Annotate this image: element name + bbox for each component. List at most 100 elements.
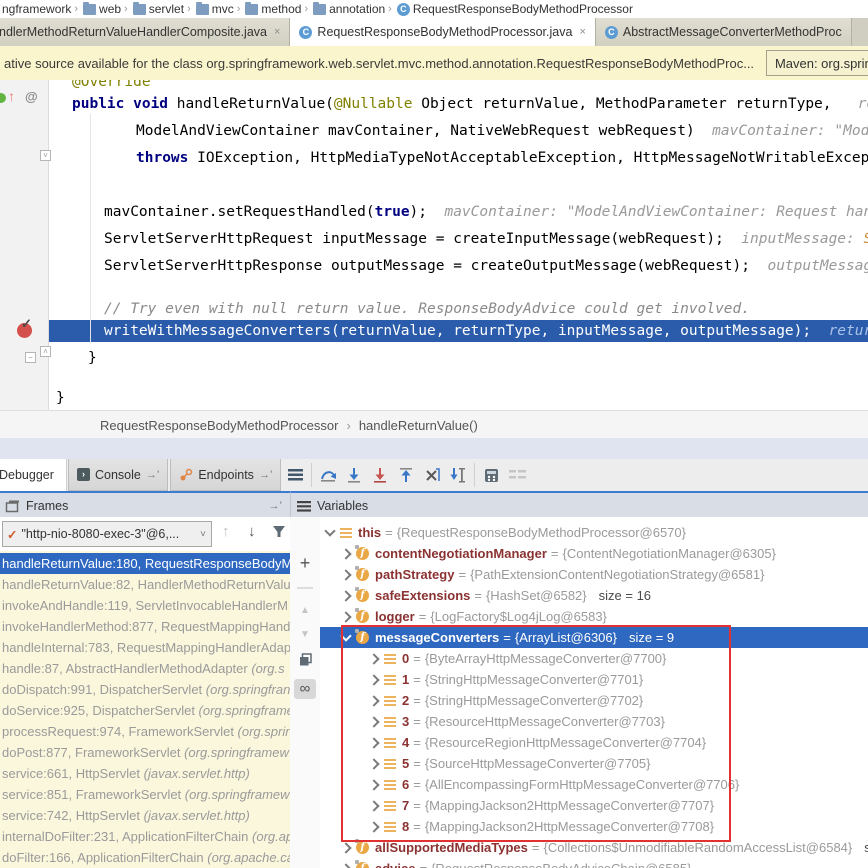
chevron-right-icon[interactable] <box>368 800 379 811</box>
frames-panel-header[interactable]: Frames →’ <box>0 491 290 520</box>
close-icon[interactable]: × <box>579 26 585 38</box>
variable-row-4[interactable]: 4={ResourceRegionHttpMessageConverter@77… <box>320 732 868 753</box>
variable-row-messageConverters[interactable]: fmessageConverters={ArrayList@6306}size … <box>320 627 868 648</box>
stack-frame-row[interactable]: invokeAndHandle:119, ServletInvocableHan… <box>0 595 290 616</box>
chevron-right-icon[interactable] <box>368 821 379 832</box>
maven-library-select[interactable]: Maven: org.spring <box>766 50 868 76</box>
chevron-right-icon[interactable] <box>368 716 379 727</box>
variable-row-pathStrategy[interactable]: fpathStrategy={PathExtensionContentNegot… <box>320 564 868 585</box>
variable-row-safeExtensions[interactable]: fsafeExtensions={HashSet@6582}size = 16 <box>320 585 868 606</box>
chevron-right-icon[interactable] <box>340 590 351 601</box>
variable-row-this[interactable]: this={RequestResponseBodyMethodProcessor… <box>320 522 868 543</box>
frame-down-button[interactable]: ↓ <box>248 523 256 540</box>
stack-frame-row[interactable]: handleReturnValue:180, RequestResponseBo… <box>0 553 290 574</box>
variable-row-3[interactable]: 3={ResourceHttpMessageConverter@7703} <box>320 711 868 732</box>
filter-frames-icon[interactable] <box>272 525 286 538</box>
drop-frame-icon[interactable] <box>419 459 445 491</box>
view-options-icon[interactable] <box>282 459 308 491</box>
thread-select[interactable]: ✓ "http-nio-8080-exec-3"@6,... ˅ <box>2 521 212 547</box>
chevron-right-icon[interactable] <box>340 548 351 559</box>
variable-row-logger[interactable]: flogger={LogFactory$Log4jLog@6583} <box>320 606 868 627</box>
stack-frame-row[interactable]: internalDoFilter:231, ApplicationFilterC… <box>0 826 290 847</box>
breadcrumb-item-mvc[interactable]: mvc <box>196 2 234 16</box>
force-step-into-icon[interactable] <box>367 459 393 491</box>
stack-frame-row[interactable]: doDispatch:991, DispatcherServlet (org.s… <box>0 679 290 700</box>
run-to-cursor-icon[interactable] <box>445 459 471 491</box>
breadcrumb-item-annotation[interactable]: annotation <box>313 2 385 16</box>
fold-collapse-icon[interactable]: − <box>25 352 36 363</box>
variable-row-1[interactable]: 1={StringHttpMessageConverter@7701} <box>320 669 868 690</box>
chevron-right-icon[interactable] <box>368 758 379 769</box>
stack-frame-row[interactable]: doFilter:166, ApplicationFilterChain (or… <box>0 847 290 868</box>
variable-row-2[interactable]: 2={StringHttpMessageConverter@7702} <box>320 690 868 711</box>
step-over-icon[interactable] <box>315 459 341 491</box>
tab-debugger[interactable]: Debugger <box>0 459 67 491</box>
tab-endpoints[interactable]: Endpoints→’ <box>170 459 281 491</box>
editor-breadcrumb-item[interactable]: RequestResponseBodyMethodProcessor <box>100 418 338 433</box>
variable-row-5[interactable]: 5={SourceHttpMessageConverter@7705} <box>320 753 868 774</box>
stack-frame-row[interactable]: doService:925, DispatcherServlet (org.sp… <box>0 700 290 721</box>
remove-watch-button[interactable]: — <box>290 579 320 597</box>
stack-frame-row[interactable]: handle:87, AbstractHandlerMethodAdapter … <box>0 658 290 679</box>
stack-frame-row[interactable]: handleInternal:783, RequestMappingHandle… <box>0 637 290 658</box>
fold-marker-icon[interactable]: ˅ <box>40 150 51 161</box>
chevron-right-icon[interactable] <box>340 863 351 868</box>
step-into-icon[interactable] <box>341 459 367 491</box>
show-watches-toggle[interactable]: ∞ <box>294 679 316 699</box>
chevron-right-icon[interactable] <box>368 779 379 790</box>
evaluate-expression-icon[interactable] <box>478 459 504 491</box>
editor-tab-2[interactable]: CRequestResponseBodyMethodProcessor.java… <box>290 18 595 46</box>
chevron-right-icon[interactable] <box>340 842 351 853</box>
code-editor[interactable]: ↑ @ ˅ ˄ − ✓ @Overridepublic void handleR… <box>0 80 868 410</box>
chevron-right-icon[interactable] <box>340 569 351 580</box>
layout-settings-icon[interactable] <box>504 459 530 491</box>
breadcrumb-item-servlet[interactable]: servlet <box>133 2 184 16</box>
stack-frame-row[interactable]: invokeHandlerMethod:877, RequestMappingH… <box>0 616 290 637</box>
overrides-method-icon[interactable]: ↑ <box>8 88 15 104</box>
close-icon[interactable]: × <box>274 26 280 38</box>
tab-console[interactable]: › Console→’ <box>68 459 168 491</box>
breadcrumb-item-ngframework[interactable]: ngframework <box>2 2 71 16</box>
pin-icon[interactable]: →’ <box>269 500 282 512</box>
frame-up-button[interactable]: ↑ <box>222 523 230 540</box>
frames-list[interactable]: handleReturnValue:180, RequestResponseBo… <box>0 551 290 868</box>
move-watch-up-button[interactable]: ▲ <box>290 605 320 616</box>
duplicate-watch-button[interactable] <box>290 653 320 666</box>
editor-tab-3[interactable]: CAbstractMessageConverterMethodProc <box>596 18 852 46</box>
variable-row-8[interactable]: 8={MappingJackson2HttpMessageConverter@7… <box>320 816 868 837</box>
chevron-down-icon[interactable] <box>324 525 335 536</box>
step-out-icon[interactable] <box>393 459 419 491</box>
pin-icon[interactable]: →’ <box>146 469 159 481</box>
pin-icon[interactable]: →’ <box>259 469 272 481</box>
variable-row-6[interactable]: 6={AllEncompassingFormHttpMessageConvert… <box>320 774 868 795</box>
breadcrumb-item-RequestResponseBodyMethodProcessor[interactable]: CRequestResponseBodyMethodProcessor <box>397 2 633 16</box>
stack-frame-row[interactable]: doPost:877, FrameworkServlet (org.spring… <box>0 742 290 763</box>
chevron-right-icon[interactable] <box>368 737 379 748</box>
stack-frame-row[interactable]: service:661, HttpServlet (javax.servlet.… <box>0 763 290 784</box>
stack-frame-row[interactable]: handleReturnValue:82, HandlerMethodRetur… <box>0 574 290 595</box>
variable-row-7[interactable]: 7={MappingJackson2HttpMessageConverter@7… <box>320 795 868 816</box>
chevron-right-icon[interactable] <box>340 611 351 622</box>
chevron-right-icon[interactable] <box>368 674 379 685</box>
add-watch-button[interactable]: + <box>290 553 320 574</box>
variable-row-contentNegotiationManager[interactable]: fcontentNegotiationManager={ContentNegot… <box>320 543 868 564</box>
variables-tree[interactable]: this={RequestResponseBodyMethodProcessor… <box>320 517 868 868</box>
run-marker-icon[interactable] <box>0 93 6 103</box>
variables-panel-header[interactable]: Variables <box>290 491 868 520</box>
stack-frame-row[interactable]: processRequest:974, FrameworkServlet (or… <box>0 721 290 742</box>
breadcrumb-item-method[interactable]: method <box>245 2 301 16</box>
variable-row-advice[interactable]: fadvice={RequestResponseBodyAdviceChain@… <box>320 858 868 868</box>
chevron-down-icon[interactable] <box>340 630 351 641</box>
chevron-right-icon[interactable] <box>368 695 379 706</box>
stack-frame-row[interactable]: service:742, HttpServlet (javax.servlet.… <box>0 805 290 826</box>
editor-gutter[interactable]: ↑ @ ˅ ˄ − <box>0 80 49 410</box>
chevron-right-icon[interactable] <box>368 653 379 664</box>
stack-frame-row[interactable]: service:851, FrameworkServlet (org.sprin… <box>0 784 290 805</box>
variable-row-allSupportedMediaTypes[interactable]: fallSupportedMediaTypes={Collections$Unm… <box>320 837 868 858</box>
breadcrumb-item-web[interactable]: web <box>83 2 121 16</box>
fold-marker-icon[interactable]: ˄ <box>40 346 51 357</box>
editor-tab-1[interactable]: ndlerMethodReturnValueHandlerComposite.j… <box>0 18 290 46</box>
variable-row-0[interactable]: 0={ByteArrayHttpMessageConverter@7700} <box>320 648 868 669</box>
editor-breadcrumb-item[interactable]: handleReturnValue() <box>359 418 478 433</box>
move-watch-down-button[interactable]: ▼ <box>290 629 320 640</box>
